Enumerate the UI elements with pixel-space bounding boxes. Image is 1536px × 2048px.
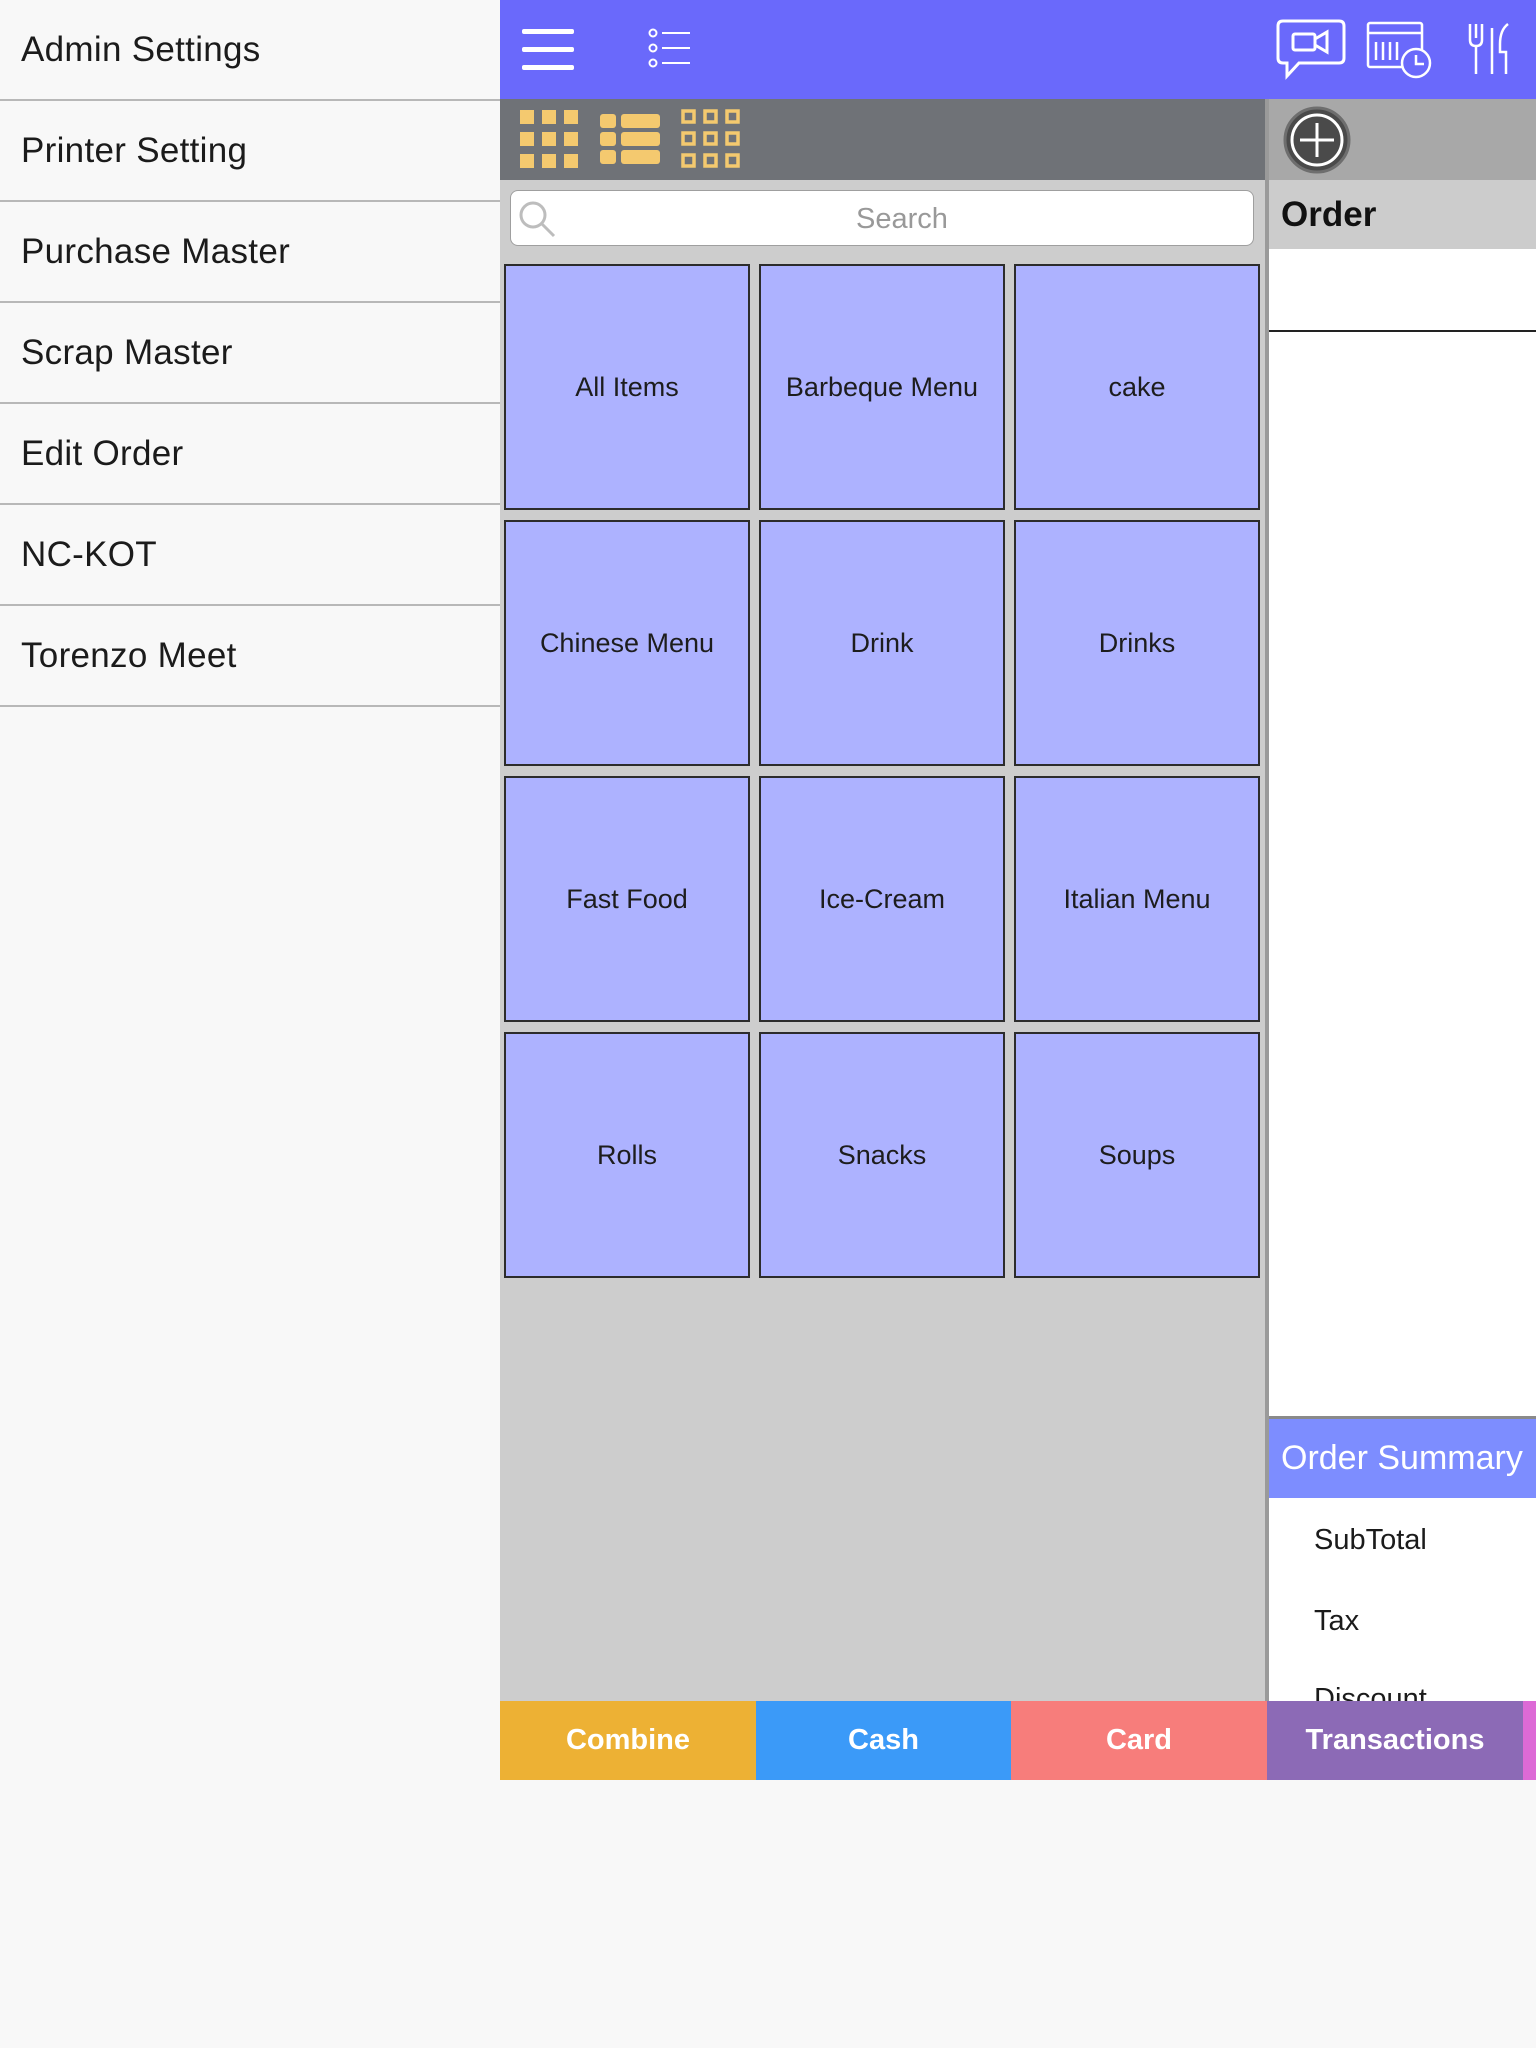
discount-label: Discount: [1314, 1683, 1427, 1701]
checklist-icon[interactable]: [648, 28, 692, 68]
category-tile-rolls[interactable]: Rolls: [504, 1032, 750, 1278]
drawer-item-admin-settings[interactable]: Admin Settings: [0, 0, 500, 101]
category-tile-chinese-menu[interactable]: Chinese Menu: [504, 520, 750, 766]
category-tile-drink[interactable]: Drink: [759, 520, 1005, 766]
category-tile-fast-food[interactable]: Fast Food: [504, 776, 750, 1022]
add-order-icon[interactable]: [1282, 105, 1352, 180]
more-actions-tab[interactable]: [1523, 1701, 1536, 1780]
list-view-icon[interactable]: [599, 108, 661, 175]
tax-label: Tax: [1314, 1605, 1360, 1637]
video-chat-icon[interactable]: [1275, 18, 1347, 82]
transactions-button[interactable]: Transactions: [1267, 1701, 1523, 1780]
search-box: [510, 190, 1254, 247]
navigation-drawer: Admin Settings Printer Setting Purchase …: [0, 0, 500, 2048]
drawer-item-purchase-master[interactable]: Purchase Master: [0, 202, 500, 303]
category-tile-all-items[interactable]: All Items: [504, 264, 750, 510]
category-tile-soups[interactable]: Soups: [1014, 1032, 1260, 1278]
drawer-item-nc-kot[interactable]: NC-KOT: [0, 505, 500, 606]
order-panel: Order Order Summary SubTotal Tax Discoun…: [1269, 99, 1536, 1701]
drawer-item-edit-order[interactable]: Edit Order: [0, 404, 500, 505]
order-header-divider: [1269, 330, 1536, 332]
drawer-item-scrap-master[interactable]: Scrap Master: [0, 303, 500, 404]
outline-grid-view-icon[interactable]: [680, 108, 742, 175]
order-summary-title: Order Summary: [1269, 1419, 1536, 1498]
category-tile-barbeque-menu[interactable]: Barbeque Menu: [759, 264, 1005, 510]
category-tile-italian-menu[interactable]: Italian Menu: [1014, 776, 1260, 1022]
combine-button[interactable]: Combine: [500, 1701, 756, 1780]
cutlery-icon[interactable]: [1466, 22, 1516, 76]
search-input[interactable]: [561, 191, 1243, 247]
search-icon: [517, 199, 557, 244]
grid-view-icon[interactable]: [518, 108, 580, 175]
category-tile-drinks[interactable]: Drinks: [1014, 520, 1260, 766]
calendar-clock-icon[interactable]: [1366, 20, 1434, 80]
category-tile-ice-cream[interactable]: Ice-Cream: [759, 776, 1005, 1022]
cash-button[interactable]: Cash: [756, 1701, 1011, 1780]
category-panel: All Items Barbeque Menu cake Chinese Men…: [500, 180, 1265, 1701]
order-toolbar: [1269, 99, 1536, 180]
order-title: Order: [1269, 180, 1536, 249]
category-tile-cake[interactable]: cake: [1014, 264, 1260, 510]
drawer-item-torenzo-meet[interactable]: Torenzo Meet: [0, 606, 500, 707]
hamburger-menu-icon[interactable]: [522, 25, 574, 75]
card-button[interactable]: Card: [1011, 1701, 1267, 1780]
drawer-item-printer-setting[interactable]: Printer Setting: [0, 101, 500, 202]
category-tile-snacks[interactable]: Snacks: [759, 1032, 1005, 1278]
subtotal-label: SubTotal: [1314, 1524, 1427, 1556]
view-toolbar: [500, 99, 1268, 180]
top-app-bar: [500, 0, 1536, 99]
